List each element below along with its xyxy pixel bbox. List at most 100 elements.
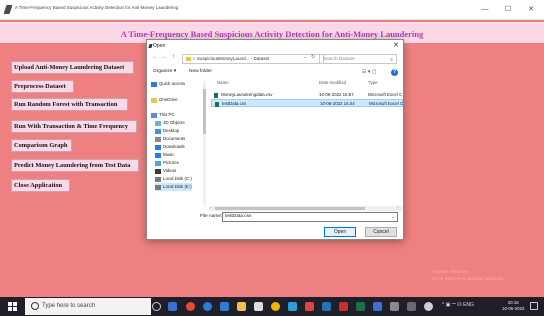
nav-item[interactable]: Documents — [155, 135, 185, 143]
scroll-right-icon[interactable]: › — [397, 205, 398, 210]
refresh-icon[interactable]: ↻ — [311, 54, 315, 60]
acrobat-icon[interactable] — [339, 302, 348, 311]
windows-start-icon[interactable] — [8, 302, 17, 311]
app-icon[interactable] — [424, 302, 433, 311]
music-icon — [155, 153, 161, 158]
dialog-close-button[interactable]: ✕ — [393, 41, 399, 49]
close-application-button[interactable]: Close Application — [11, 179, 70, 192]
upload-dataset-button[interactable]: Upload Anti-Money Laundering Dataset — [11, 61, 134, 74]
window-title: A Time-Frequency Based Suspicious Activi… — [15, 5, 179, 10]
open-file-dialog: Open ✕ ← → ↑ « SuspiciousMoneyLaund... ›… — [146, 39, 404, 240]
nav-scroll-thumb[interactable] — [203, 89, 206, 134]
media-icon[interactable] — [305, 302, 314, 311]
scroll-left-icon[interactable]: ‹ — [210, 205, 211, 210]
view-options-icon[interactable]: ☷ ▾ ▢ — [362, 69, 377, 75]
notification-icon[interactable] — [530, 302, 538, 310]
new-folder-button[interactable]: New folder — [189, 69, 212, 74]
column-header-date[interactable]: Date modified — [319, 80, 346, 85]
help-icon[interactable]: ? — [391, 69, 398, 76]
chevron-down-icon[interactable]: ⌄ — [391, 213, 395, 221]
desktop-icon — [155, 129, 161, 134]
file-row[interactable]: MoneyLaunderingdata.csv 10-06-2022 16:57… — [211, 91, 403, 99]
file-row-selected[interactable]: testData.csv 10-06-2022 16:44 Microsoft … — [211, 99, 403, 107]
edge-icon[interactable] — [203, 302, 212, 311]
search-circle-icon — [31, 302, 39, 310]
search-placeholder: Search Dataset — [323, 56, 355, 61]
nav-item[interactable]: Desktop — [155, 127, 179, 135]
nav-item-label: Music — [163, 152, 175, 157]
python-icon[interactable] — [407, 302, 416, 311]
resize-grip-icon[interactable]: ⋰ — [397, 235, 401, 240]
file-date: 10-06-2022 16:44 — [320, 101, 355, 106]
file-name-label: File name: — [200, 214, 223, 219]
nav-pane-scrollbar[interactable] — [203, 81, 206, 205]
cancel-button[interactable]: Cancel — [365, 227, 397, 237]
mail-icon[interactable] — [220, 302, 229, 311]
horizontal-scrollbar[interactable]: ‹ › — [209, 205, 403, 211]
run-random-forest-button[interactable]: Run Random Forest with Transaction — [11, 98, 128, 111]
disk-icon — [155, 177, 161, 182]
address-segment-project[interactable]: SuspiciousMoneyLaund... — [197, 56, 250, 61]
address-dropdown-icon[interactable]: ⌄ — [303, 54, 307, 60]
close-window-button[interactable]: ✕ — [522, 3, 540, 16]
file-name: MoneyLaunderingdata.csv — [221, 92, 273, 97]
store-icon[interactable] — [254, 302, 263, 311]
system-tray-icons[interactable]: ^ ▣ 𝄖 ☊ ENG — [442, 302, 474, 308]
nav-item-label: Pictures — [163, 160, 179, 165]
file-name-input[interactable]: testData.csv ⌄ — [222, 212, 398, 222]
file-explorer-icon[interactable] — [237, 302, 246, 311]
excel-icon[interactable] — [356, 302, 365, 311]
nav-item[interactable]: Music — [155, 151, 174, 159]
terminal-icon[interactable] — [390, 302, 399, 311]
predict-test-data-button[interactable]: Predict Money Laundering from Test Data — [11, 159, 139, 172]
photos-icon[interactable] — [288, 302, 297, 311]
address-segment-dataset[interactable]: Dataset — [254, 56, 270, 61]
back-arrow-icon[interactable]: ← — [152, 54, 158, 60]
nav-item[interactable]: Local Disk (E:) — [155, 183, 192, 191]
app-title: A Time-Frequency Based Suspicious Activi… — [120, 29, 424, 39]
nav-item[interactable]: OneDrive — [151, 96, 178, 104]
nav-item-label: Quick access — [159, 81, 186, 86]
cortana-icon[interactable] — [152, 302, 161, 311]
videos-icon — [155, 169, 161, 174]
nav-item[interactable]: Quick access — [151, 80, 185, 88]
folder-icon — [186, 57, 191, 61]
notepad-icon[interactable] — [373, 302, 382, 311]
excel-file-icon — [214, 93, 218, 98]
nav-item[interactable]: Videos — [155, 167, 176, 175]
preprocess-dataset-button[interactable]: Preprocess Dataset — [11, 80, 74, 93]
download-icon — [155, 145, 161, 150]
nav-item[interactable]: 3D Objects — [155, 119, 185, 127]
computer-icon — [151, 113, 157, 118]
taskbar-search-box[interactable]: Type here to search — [25, 298, 151, 315]
nav-item[interactable]: Pictures — [155, 159, 179, 167]
open-button[interactable]: Open — [324, 227, 356, 237]
column-header-name[interactable]: Name — [217, 80, 229, 85]
file-type: Microsoft Excel C — [368, 92, 403, 97]
chrome-icon[interactable] — [271, 302, 280, 311]
search-dataset-input[interactable]: Search Dataset ⌕ — [319, 54, 397, 64]
maximize-button[interactable]: ☐ — [499, 3, 517, 16]
nav-item[interactable]: Downloads — [155, 143, 185, 151]
minimize-button[interactable]: — — [476, 3, 494, 16]
forward-arrow-icon[interactable]: → — [161, 54, 167, 60]
nav-item[interactable]: This PC — [151, 111, 175, 119]
organize-menu[interactable]: Organize ▾ — [153, 69, 176, 74]
dialog-nav-row: ← → ↑ « SuspiciousMoneyLaund... › Datase… — [147, 53, 403, 67]
nav-item-label: OneDrive — [159, 97, 178, 102]
up-arrow-icon[interactable]: ↑ — [172, 54, 175, 60]
documents-icon — [155, 137, 161, 142]
navigation-pane: Quick access OneDrive This PC 3D Objects Des… — [151, 80, 209, 205]
horizontal-scroll-thumb[interactable] — [215, 207, 365, 210]
file-name-value: testData.csv — [225, 214, 252, 219]
nav-item-label: Documents — [163, 136, 186, 141]
clock[interactable]: 20:16 10-06-2022 — [502, 300, 524, 312]
run-time-frequency-button[interactable]: Run With Transaction & Time Frequency — [11, 120, 137, 133]
word-icon[interactable] — [322, 302, 331, 311]
nav-item-label: Local Disk (E:) — [163, 184, 192, 189]
column-header-type[interactable]: Type — [368, 80, 378, 85]
comparison-graph-button[interactable]: Comparison Graph — [11, 139, 72, 152]
nav-item[interactable]: Local Disk (C:) — [155, 175, 192, 183]
task-view-icon[interactable] — [168, 302, 177, 311]
browser-icon[interactable] — [186, 302, 195, 311]
